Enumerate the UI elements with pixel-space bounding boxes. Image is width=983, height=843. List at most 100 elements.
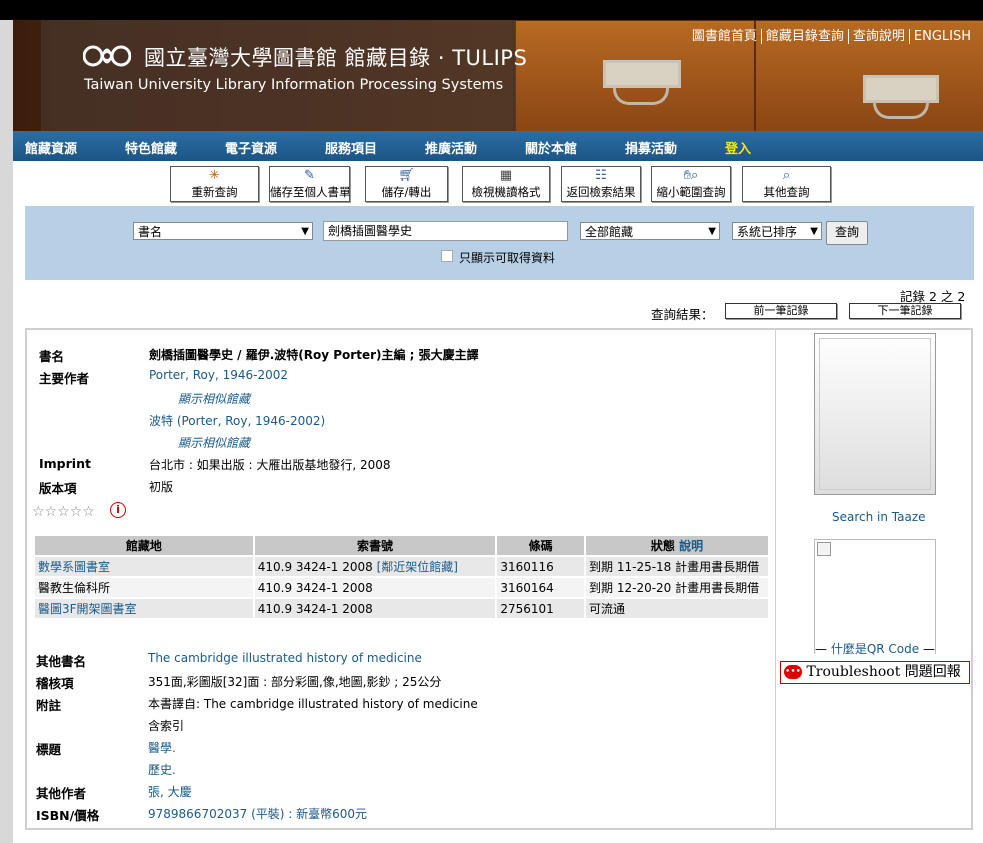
left-gutter (0, 20, 13, 843)
chat-bubble-icon: ••• (784, 665, 802, 679)
available-only-label: 只顯示可取得資料 (459, 251, 556, 265)
drawer-pull-decoration (873, 102, 929, 119)
narrow-search-icon: ✋︎⌕ (683, 168, 699, 183)
similar-items-link[interactable]: 顯示相似館藏 (178, 434, 250, 451)
search-input[interactable]: 劍橋插圖醫學史 (323, 221, 568, 241)
drawer-pull-decoration (613, 88, 669, 105)
barcode-cell: 3160164 (495, 576, 587, 599)
other-author-link[interactable]: 張, 大慶 (148, 783, 192, 800)
other-title-label: 其他書名 (36, 654, 87, 669)
star-icon[interactable]: ☆ (82, 504, 95, 520)
nav-special-collections[interactable]: 特色館藏 (125, 138, 177, 157)
holdings-table: 館藏地 索書號 條碼 狀態 說明 數學系圖書室 410.9 3424-1 200… (33, 534, 770, 620)
callno-cell: 410.9 3424-1 2008 (252, 597, 498, 620)
similar-items-link[interactable]: 顯示相似館藏 (178, 390, 250, 407)
notes-value: 含索引 (148, 719, 185, 733)
subject-label: 標題 (36, 742, 62, 757)
table-row: 數學系圖書室 410.9 3424-1 2008 [鄰近架位館藏] 316011… (33, 555, 770, 578)
narrow-search-button[interactable]: ✋︎⌕ 縮小範圍查詢 (651, 166, 731, 202)
notes-value: 本書譯自: The cambridge illustrated history … (148, 697, 478, 711)
rating-stars[interactable]: ☆☆☆☆☆ (32, 504, 95, 520)
location-link[interactable]: 醫圖3F開架圖書室 (33, 597, 255, 620)
search-field-select[interactable]: 書名 ▼ (133, 222, 313, 240)
dropdown-arrow-icon: ▼ (301, 226, 309, 237)
troubleshoot-button[interactable]: ••• Troubleshoot 問題回報 (780, 661, 970, 684)
save-list-icon: ✎ (304, 168, 315, 183)
title-label: 書名 (39, 349, 65, 364)
author-link[interactable]: 波特 (Porter, Roy, 1946-2002) (149, 412, 325, 429)
star-icon[interactable]: ☆ (32, 504, 45, 520)
callno-cell: 410.9 3424-1 2008 [鄰近架位館藏] (252, 555, 498, 578)
scope-select[interactable]: 全部館藏 ▼ (580, 222, 720, 240)
other-search-button[interactable]: ⌕ 其他查詢 (742, 166, 831, 202)
nearby-shelf-link[interactable]: [鄰近架位館藏] (377, 560, 458, 574)
status-cell: 到期 11-25-18 計畫用書長期借 (584, 555, 770, 578)
star-icon[interactable]: ☆ (57, 504, 70, 520)
rating-info-icon[interactable]: i (110, 502, 126, 518)
title-value: 劍橋插圖醫學史 / 羅伊.波特(Roy Porter)主編 ; 張大慶主譯 (149, 348, 479, 362)
star-icon[interactable]: ☆ (45, 504, 58, 520)
back-to-results-button[interactable]: ☷ 返回檢索結果 (561, 166, 641, 202)
other-author-label: 其他作者 (36, 786, 87, 801)
status-cell: 到期 12-20-20 計畫用書長期借 (584, 576, 770, 599)
marc-view-button[interactable]: ▦ 檢視機讀格式 (462, 166, 550, 202)
taaze-link[interactable]: Search in Taaze (832, 510, 926, 524)
location-cell: 醫教生倫科所 (33, 576, 255, 599)
broken-image-icon (817, 542, 831, 556)
col-barcode: 條碼 (495, 534, 587, 557)
link-search-help[interactable]: 查詢說明 (847, 29, 909, 44)
back-results-icon: ☷ (595, 168, 607, 183)
isbn-label: ISBN/價格 (36, 808, 100, 823)
subject-link[interactable]: 醫學. (148, 739, 176, 756)
nav-e-resources[interactable]: 電子資源 (225, 138, 277, 157)
col-status: 狀態 說明 (584, 534, 770, 557)
sort-select[interactable]: 系統已排序 ▼ (732, 222, 822, 240)
barcode-cell: 3160116 (495, 555, 587, 578)
barcode-cell: 2756101 (495, 597, 587, 620)
subject-link[interactable]: 歷史. (148, 761, 176, 778)
callno-cell: 410.9 3424-1 2008 (252, 576, 498, 599)
link-library-home[interactable]: 圖書館首頁 (688, 29, 761, 44)
main-nav: 館藏資源 特色館藏 電子資源 服務項目 推廣活動 關於本館 捐募活動 登入 (13, 131, 983, 161)
label-frame-decoration (863, 75, 939, 103)
link-catalog-search[interactable]: 館藏目錄查詢 (760, 29, 848, 44)
nav-login[interactable]: 登入 (725, 138, 751, 157)
save-to-list-button[interactable]: ✎ 儲存至個人書單 (269, 166, 351, 202)
star-icon[interactable]: ☆ (70, 504, 83, 520)
location-link[interactable]: 數學系圖書室 (33, 555, 255, 578)
new-search-button[interactable]: ✳ 重新查詢 (170, 166, 259, 202)
collation-value: 351面,彩圖版[32]面 : 部分彩圖,像,地圖,影鈔 ; 25公分 (148, 675, 442, 689)
nav-events[interactable]: 推廣活動 (425, 138, 477, 157)
status-help-link[interactable]: 說明 (679, 539, 703, 553)
search-panel: 書名 ▼ 劍橋插圖醫學史 全部館藏 ▼ 系統已排序 ▼ 查詢 只顯示可取得資料 (25, 206, 974, 280)
nav-about[interactable]: 關於本館 (525, 138, 577, 157)
nav-donations[interactable]: 捐募活動 (625, 138, 677, 157)
qr-help-link[interactable]: 什麼是QR Code (831, 642, 919, 656)
link-english[interactable]: ENGLISH (908, 29, 975, 44)
nav-collections[interactable]: 館藏資源 (25, 138, 77, 157)
status-cell: 可流通 (584, 597, 770, 620)
edition-value: 初版 (149, 480, 174, 494)
nav-services[interactable]: 服務項目 (325, 138, 377, 157)
available-only-checkbox[interactable] (441, 250, 453, 262)
isbn-link[interactable]: 9789866702037 (平裝) : 新臺幣600元 (148, 805, 367, 822)
table-row: 醫教生倫科所 410.9 3424-1 2008 3160164 到期 12-2… (33, 576, 770, 599)
author-link[interactable]: Porter, Roy, 1946-2002 (149, 368, 288, 382)
label-frame-decoration (603, 60, 681, 88)
ntu-logo-icon (83, 45, 131, 67)
save-export-button[interactable]: 🛒︎ 儲存/轉出 (365, 166, 448, 202)
book-cover-image (814, 333, 936, 495)
other-title-link[interactable]: The cambridge illustrated history of med… (148, 651, 422, 665)
marc-icon: ▦ (499, 168, 513, 183)
prev-record-button[interactable]: 前一筆記錄 (725, 303, 837, 319)
site-title-en: Taiwan University Library Information Pr… (84, 77, 504, 93)
qr-code-image: — 什麼是QR Code — (814, 539, 936, 657)
imprint-value: 台北市 : 如果出版 : 大雁出版基地發行, 2008 (149, 458, 391, 472)
logo-panel: 國立臺灣大學圖書館 館藏目錄 · TULIPS Taiwan Universit… (41, 20, 527, 131)
sidebar-divider (775, 330, 776, 828)
search-submit-button[interactable]: 查詢 (826, 221, 868, 245)
holdings-header-row: 館藏地 索書號 條碼 狀態 說明 (33, 534, 770, 557)
header-banner: 國立臺灣大學圖書館 館藏目錄 · TULIPS Taiwan Universit… (13, 20, 983, 131)
cart-icon: 🛒︎ (398, 168, 415, 183)
next-record-button[interactable]: 下一筆記錄 (849, 303, 961, 319)
